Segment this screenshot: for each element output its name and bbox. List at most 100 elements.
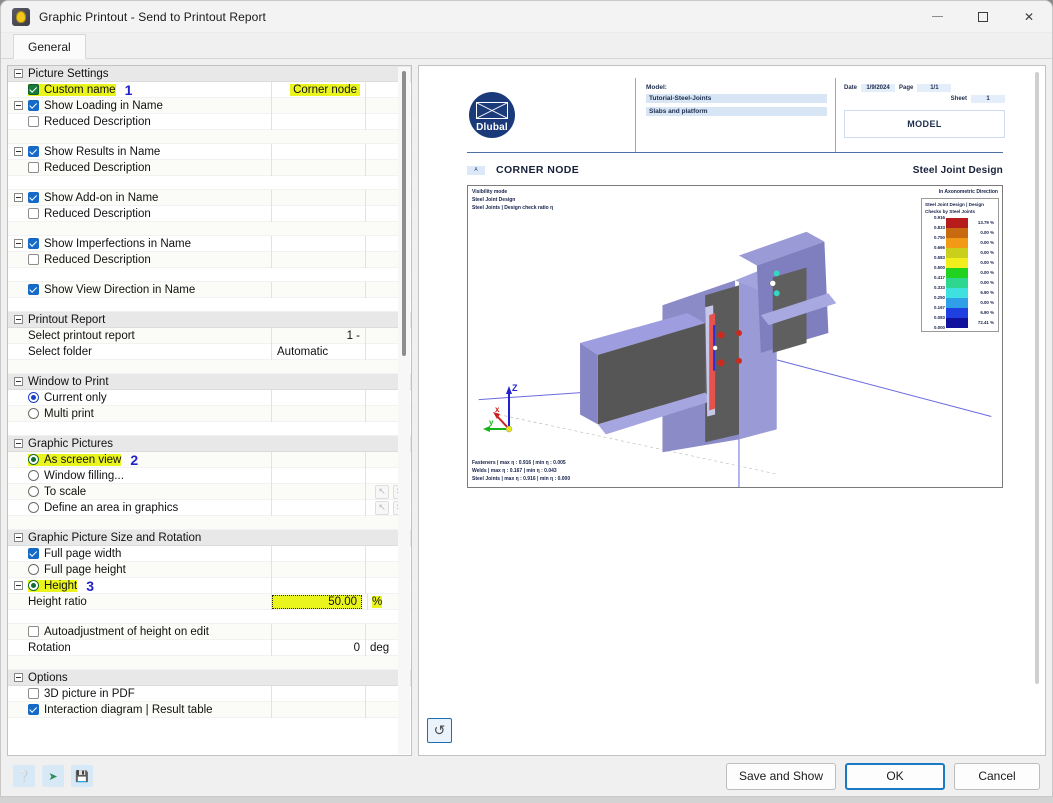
tree-row-control-label[interactable]: Select printout report (28, 330, 135, 342)
save-icon[interactable]: 💾 (71, 765, 93, 787)
tree-row-value-cell[interactable] (271, 701, 365, 718)
collapse-icon[interactable] (14, 147, 23, 156)
tree-row[interactable]: Show View Direction in Name (8, 281, 411, 298)
tree-row-value-cell[interactable] (271, 483, 365, 500)
tree-row-control-label[interactable]: Show Add-on in Name (28, 192, 158, 204)
tree-row-value-cell[interactable] (271, 389, 365, 406)
tree-row[interactable]: Full page height (8, 561, 411, 578)
tree-group-header[interactable]: Window to Print (8, 374, 411, 390)
collapse-icon[interactable] (14, 533, 23, 542)
tree-row-value-cell[interactable] (271, 143, 365, 160)
collapse-icon[interactable] (14, 69, 23, 78)
radio-button[interactable] (28, 580, 39, 591)
tree-row-value-cell[interactable] (271, 281, 365, 298)
tree-row-value-cell[interactable] (271, 545, 365, 562)
tree-row-value-cell[interactable] (271, 467, 365, 484)
tree-row-value-cell[interactable] (271, 235, 365, 252)
tree-row-control-label[interactable]: Height (28, 579, 78, 592)
collapse-icon[interactable] (14, 377, 23, 386)
tree-row[interactable]: Show Loading in Name (8, 97, 411, 114)
save-and-show-button[interactable]: Save and Show (725, 762, 836, 790)
ok-button[interactable]: OK (845, 762, 945, 790)
tree-row-value-cell[interactable]: Corner node (271, 81, 365, 98)
tree-row-control-label[interactable]: Multi print (28, 408, 94, 420)
tree-row-control-label[interactable]: 3D picture in PDF (28, 688, 135, 700)
tree-row[interactable]: Define an area in graphics↖✖ (8, 499, 411, 516)
collapse-icon[interactable] (14, 581, 23, 590)
tab-general[interactable]: General (13, 34, 86, 59)
tree-row-control-label[interactable]: Reduced Description (28, 162, 151, 174)
collapse-icon[interactable] (14, 315, 23, 324)
tree-row[interactable]: Reduced Description (8, 205, 411, 222)
tree-row[interactable]: Current only (8, 389, 411, 406)
minimize-button[interactable] (914, 1, 960, 33)
checkbox[interactable] (28, 254, 39, 265)
tree-row-value-cell[interactable] (271, 159, 365, 176)
pick-icon[interactable]: ↖ (375, 500, 389, 515)
tree-row[interactable]: Window filling... (8, 467, 411, 484)
tree-row[interactable]: Show Add-on in Name (8, 189, 411, 206)
tree-row-control-label[interactable]: Select folder (28, 346, 92, 358)
tree-row[interactable]: Show Results in Name (8, 143, 411, 160)
tree-row-control-label[interactable]: Autoadjustment of height on edit (28, 626, 209, 638)
tree-row-control-label[interactable]: Full page width (28, 548, 121, 560)
checkbox[interactable] (28, 208, 39, 219)
radio-button[interactable] (28, 502, 39, 513)
tree-row-control-label[interactable]: As screen view (28, 453, 122, 466)
collapse-icon[interactable] (14, 239, 23, 248)
tree-scrollbar[interactable] (398, 67, 410, 754)
value-input[interactable]: 50.00 (272, 594, 362, 609)
tree-row-control-label[interactable]: Reduced Description (28, 254, 151, 266)
checkbox[interactable] (28, 146, 39, 157)
help-icon[interactable]: ❔ (13, 765, 35, 787)
tree-row[interactable]: Select folder Automatic (8, 343, 411, 360)
tree-row[interactable]: Interaction diagram | Result table (8, 701, 411, 718)
tree-row[interactable]: Reduced Description (8, 159, 411, 176)
tree-row[interactable]: Height ratio 50.00% (8, 593, 411, 610)
checkbox[interactable] (28, 84, 39, 95)
tree-row-control-label[interactable]: Current only (28, 392, 107, 404)
checkbox[interactable] (28, 704, 39, 715)
pick-icon[interactable]: ↖ (375, 484, 389, 499)
tree-row-value-cell[interactable] (271, 623, 365, 640)
tree-row-control-label[interactable]: Show View Direction in Name (28, 284, 195, 296)
cancel-button[interactable]: Cancel (954, 762, 1040, 790)
tree-row-value-cell[interactable]: 1 - (271, 327, 365, 344)
tree-row[interactable]: Reduced Description (8, 113, 411, 130)
collapse-icon[interactable] (14, 193, 23, 202)
tree-row-control-label[interactable]: Show Imperfections in Name (28, 238, 191, 250)
checkbox[interactable] (28, 284, 39, 295)
value-text[interactable]: Corner node (290, 83, 360, 96)
tree-row-value-cell[interactable] (271, 577, 365, 594)
tree-row[interactable]: To scale↖✖ (8, 483, 411, 500)
tree-row[interactable]: Show Imperfections in Name (8, 235, 411, 252)
tree-row[interactable]: Select printout report 1 - (8, 327, 411, 344)
tree-row-control-label[interactable]: Custom name (28, 83, 116, 96)
radio-button[interactable] (28, 470, 39, 481)
collapse-icon[interactable] (14, 101, 23, 110)
checkbox[interactable] (28, 238, 39, 249)
tree-row-value-cell[interactable] (271, 205, 365, 222)
tree-row[interactable]: Height 3 (8, 577, 411, 594)
tree-row[interactable]: Rotation 0 deg (8, 639, 411, 656)
radio-button[interactable] (28, 408, 39, 419)
import-icon[interactable]: ➤ (42, 765, 64, 787)
tree-group-header[interactable]: Graphic Pictures (8, 436, 411, 452)
radio-button[interactable] (28, 564, 39, 575)
tree-row-control-label[interactable]: Show Loading in Name (28, 100, 163, 112)
checkbox[interactable] (28, 192, 39, 203)
tree-row-control-label[interactable]: Define an area in graphics (28, 502, 178, 514)
tree-row[interactable]: Full page width (8, 545, 411, 562)
tree-row-value-cell[interactable]: 0 (271, 639, 365, 656)
tree-row[interactable]: Reduced Description (8, 251, 411, 268)
tree-row[interactable]: As screen view 2 (8, 451, 411, 468)
tree-row-value-cell[interactable] (271, 405, 365, 422)
model-viewport[interactable]: Visibility mode Steel Joint Design Steel J… (467, 185, 1003, 488)
tree-row-control-label[interactable]: Interaction diagram | Result table (28, 704, 213, 716)
tree-row-control-label[interactable]: Full page height (28, 564, 126, 576)
tree-scrollbar-thumb[interactable] (402, 71, 406, 356)
refresh-preview-button[interactable]: ↺ (427, 718, 452, 743)
tree-row-value-cell[interactable]: 50.00 (271, 593, 367, 610)
tree-row-value-cell[interactable] (271, 97, 365, 114)
preview-scrollbar[interactable] (1032, 72, 1042, 749)
